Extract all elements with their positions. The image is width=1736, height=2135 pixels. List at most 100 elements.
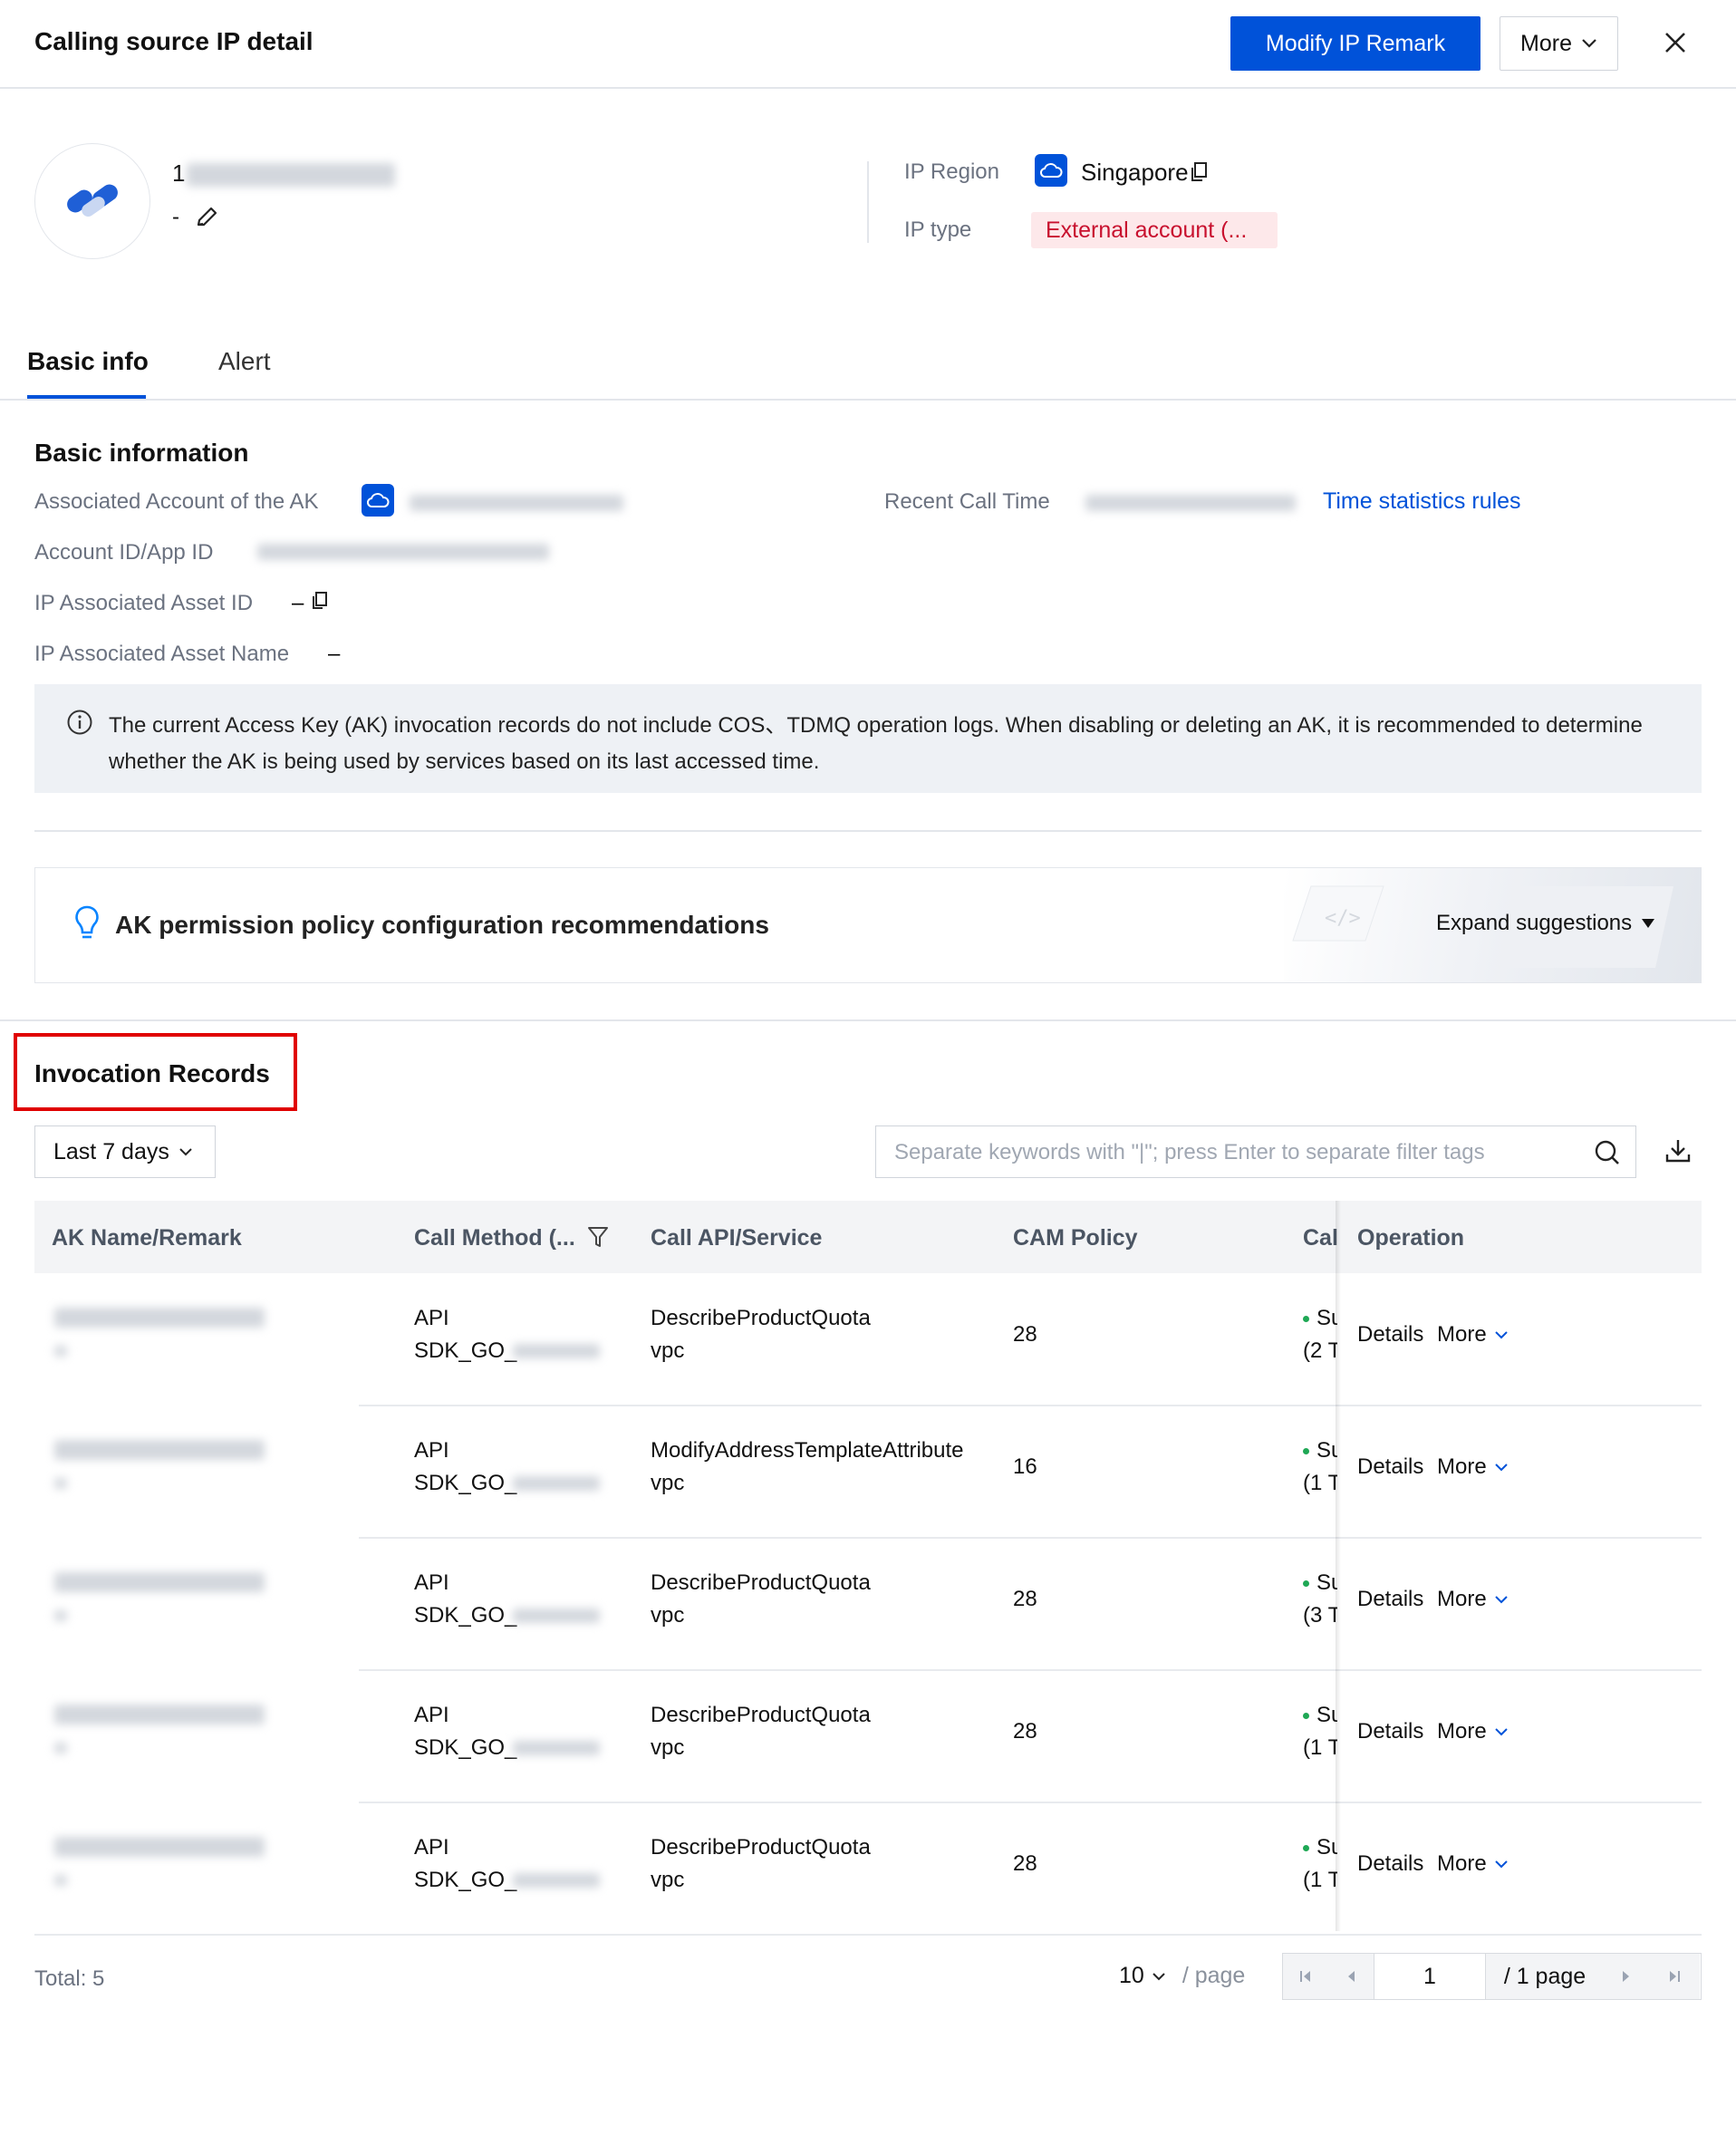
section-divider <box>34 830 1702 832</box>
row-more-dropdown[interactable]: More <box>1437 1848 1509 1880</box>
col-call: Call <box>1303 1225 1339 1251</box>
row-divider <box>359 1537 1702 1539</box>
call-api-name: DescribeProductQuota <box>651 1570 871 1595</box>
filter-icon[interactable] <box>587 1225 609 1253</box>
success-dot-icon <box>1303 1845 1309 1852</box>
row-more-dropdown[interactable]: More <box>1437 1451 1509 1483</box>
call-service-name: vpc <box>651 1471 685 1495</box>
profile-divider <box>867 161 869 243</box>
details-link[interactable]: Details <box>1357 1848 1423 1880</box>
ip-region-value: Singapore <box>1081 159 1189 186</box>
tab-basic-info[interactable]: Basic info <box>27 347 149 376</box>
call-count: (1 T <box>1303 1471 1337 1495</box>
basic-info-title: Basic information <box>34 439 249 467</box>
details-link[interactable]: Details <box>1357 1319 1423 1351</box>
drawer-title: Calling source IP detail <box>34 27 313 55</box>
page-size-value: 10 <box>1119 1963 1144 1988</box>
cam-policy-count-link[interactable]: 16 <box>1013 1451 1037 1483</box>
time-range-select[interactable]: Last 7 days <box>34 1125 216 1178</box>
page-size-select[interactable]: 10 / page <box>1119 1963 1245 1989</box>
call-status: Su <box>1303 1435 1337 1467</box>
last-page-icon[interactable] <box>1649 1954 1700 1999</box>
row-more-label: More <box>1437 1322 1487 1347</box>
first-page-icon[interactable] <box>1283 1954 1328 1999</box>
call-method-sdk: SDK_GO_ <box>414 1868 517 1892</box>
expand-suggestions-button[interactable]: Expand suggestions <box>1436 911 1655 936</box>
more-dropdown-button[interactable]: More <box>1500 16 1618 71</box>
invocation-records-title: Invocation Records <box>34 1059 270 1087</box>
sdk-version-redacted <box>513 1344 600 1358</box>
search-input[interactable]: Separate keywords with "|"; press Enter … <box>875 1125 1636 1178</box>
row-more-label: More <box>1437 1851 1487 1876</box>
call-status: Su <box>1303 1699 1337 1732</box>
cam-policy-count-link[interactable]: 28 <box>1013 1583 1037 1616</box>
chevron-down-icon <box>179 1148 192 1156</box>
time-statistics-rules-link[interactable]: Time statistics rules <box>1323 488 1521 515</box>
chevron-down-icon <box>1494 1331 1508 1339</box>
chevron-down-icon <box>1153 1972 1165 1980</box>
cam-policy-count-link[interactable]: 28 <box>1013 1715 1037 1748</box>
ip-region-label: IP Region <box>904 159 999 184</box>
chevron-down-icon <box>1582 39 1596 48</box>
copy-icon[interactable] <box>1189 161 1209 188</box>
ip-type-badge: External account (... <box>1031 212 1278 248</box>
download-icon[interactable] <box>1664 1137 1692 1169</box>
call-method-sdk: SDK_GO_ <box>414 1603 517 1628</box>
edit-pencil-icon[interactable] <box>194 205 219 235</box>
ak-name-redacted <box>54 1572 265 1592</box>
ip-avatar <box>34 143 150 259</box>
ip-prefix: 1 <box>172 159 186 187</box>
copy-asset-id-icon[interactable] <box>311 591 329 615</box>
call-count: (1 T <box>1303 1735 1337 1760</box>
row-more-dropdown[interactable]: More <box>1437 1715 1509 1748</box>
row-more-dropdown[interactable]: More <box>1437 1583 1509 1616</box>
records-divider <box>0 1019 1736 1021</box>
total-pages: / 1 page <box>1486 1954 1604 1999</box>
account-id-redacted <box>257 544 549 560</box>
associated-account-label: Associated Account of the AK <box>34 489 319 514</box>
call-status: Su <box>1303 1831 1337 1864</box>
call-method-sdk: SDK_GO_ <box>414 1471 517 1495</box>
page-number-input[interactable]: 1 <box>1374 1954 1486 1999</box>
notice-text: The current Access Key (AK) invocation r… <box>109 713 1643 774</box>
col-ak-name: AK Name/Remark <box>52 1225 242 1251</box>
call-status-text: Su <box>1316 1438 1337 1463</box>
tab-alert[interactable]: Alert <box>218 347 271 376</box>
sdk-version-redacted <box>513 1741 600 1755</box>
sdk-version-redacted <box>513 1608 600 1623</box>
call-count: (1 T <box>1303 1868 1337 1892</box>
call-status: Su <box>1303 1302 1337 1335</box>
lightbulb-icon <box>74 904 100 947</box>
ak-name-redacted <box>54 1440 265 1460</box>
call-count: (2 T <box>1303 1338 1337 1363</box>
call-service-name: vpc <box>651 1603 685 1628</box>
modify-ip-remark-button[interactable]: Modify IP Remark <box>1230 16 1480 71</box>
search-icon[interactable] <box>1594 1139 1621 1166</box>
link-chain-icon <box>67 184 118 217</box>
row-divider <box>34 1934 1702 1936</box>
close-icon[interactable] <box>1664 25 1687 62</box>
recent-call-time-label: Recent Call Time <box>884 489 1050 514</box>
asset-id-label: IP Associated Asset ID <box>34 591 254 615</box>
cam-policy-count-link[interactable]: 28 <box>1013 1319 1037 1351</box>
details-link[interactable]: Details <box>1357 1451 1423 1483</box>
recommendation-title: AK permission policy configuration recom… <box>115 911 769 939</box>
cam-policy-count-link[interactable]: 28 <box>1013 1848 1037 1880</box>
chevron-down-icon <box>1494 1860 1508 1869</box>
call-status-text: Su <box>1316 1306 1337 1330</box>
col-cam-policy: CAM Policy <box>1013 1225 1138 1251</box>
asset-name-value: – <box>328 642 341 666</box>
details-link[interactable]: Details <box>1357 1715 1423 1748</box>
ak-name-redacted <box>54 1837 265 1857</box>
sdk-version-redacted <box>513 1476 600 1491</box>
success-dot-icon <box>1303 1316 1309 1323</box>
call-service-name: vpc <box>651 1868 685 1892</box>
row-more-dropdown[interactable]: More <box>1437 1319 1509 1351</box>
details-link[interactable]: Details <box>1357 1583 1423 1616</box>
call-method-type: API <box>414 1306 449 1330</box>
chevron-down-icon <box>1494 1728 1508 1736</box>
col-call-method: Call Method (... <box>414 1225 575 1251</box>
row-more-label: More <box>1437 1719 1487 1744</box>
next-page-icon[interactable] <box>1604 1954 1649 1999</box>
prev-page-icon[interactable] <box>1328 1954 1374 1999</box>
